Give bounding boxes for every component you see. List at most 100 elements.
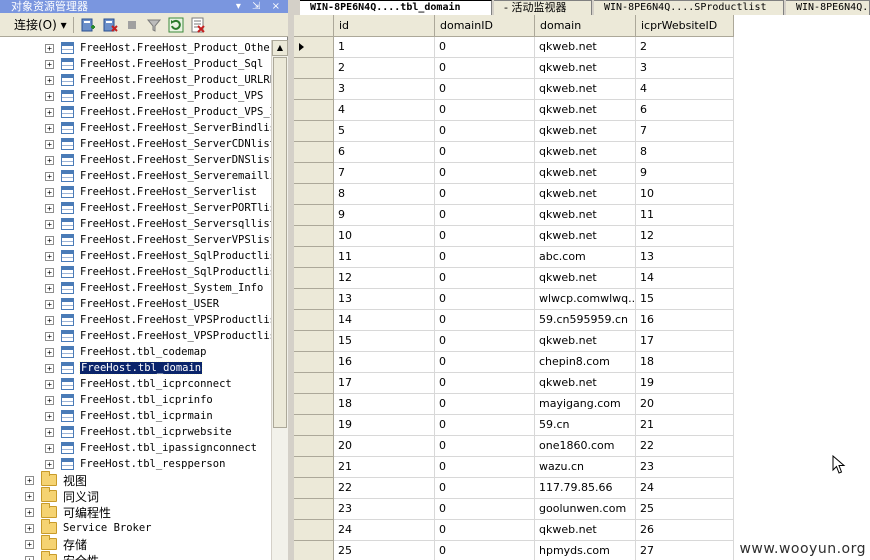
connect-button[interactable]: 连接(O) ▾ [14,16,67,33]
row-selector[interactable] [294,457,334,478]
table-row[interactable]: 10 0 qkweb.net 12 [294,226,734,247]
grid-cell[interactable]: 4 [636,79,734,100]
grid-cell[interactable]: 3 [334,79,435,100]
table-row[interactable]: 9 0 qkweb.net 11 [294,205,734,226]
grid-cell[interactable]: 12 [334,268,435,289]
row-selector[interactable] [294,121,334,142]
table-row[interactable]: 18 0 mayigang.com 20 [294,394,734,415]
grid-cell[interactable]: 10 [636,184,734,205]
tree-item-table[interactable]: + FreeHost.FreeHost_Product_Other [45,40,271,56]
expand-icon[interactable]: + [45,331,54,341]
disconnect-icon[interactable] [102,17,118,33]
grid-cell[interactable]: 20 [334,436,435,457]
document-tab[interactable]: - 活动监视器 [494,0,592,15]
grid-cell[interactable]: 27 [636,541,734,560]
tree-item-table[interactable]: + FreeHost.FreeHost_System_Info [45,280,263,296]
expand-icon[interactable]: + [45,315,54,325]
table-row[interactable]: 7 0 qkweb.net 9 [294,163,734,184]
table-row[interactable]: 21 0 wazu.cn 23 [294,457,734,478]
grid-cell[interactable]: qkweb.net [535,37,636,58]
grid-cell[interactable]: 0 [435,184,535,205]
grid-cell[interactable]: 19 [636,373,734,394]
column-header[interactable]: domain [535,15,636,37]
expand-icon[interactable]: + [25,539,34,549]
grid-cell[interactable]: qkweb.net [535,100,636,121]
grid-cell[interactable]: 5 [334,121,435,142]
grid-cell[interactable]: 0 [435,541,535,560]
table-row[interactable]: 23 0 goolunwen.com 25 [294,499,734,520]
row-selector[interactable] [294,310,334,331]
expand-icon[interactable]: + [45,283,54,293]
grid-cell[interactable]: 0 [435,352,535,373]
refresh-icon[interactable] [168,17,184,33]
filter-icon[interactable] [146,17,162,33]
grid-cell[interactable]: 24 [636,478,734,499]
tree-item-table[interactable]: + FreeHost.FreeHost_VPSProductlist [45,312,271,328]
tree-item-table[interactable]: + FreeHost.tbl_icprwebsite [45,424,232,440]
table-row[interactable]: 12 0 qkweb.net 14 [294,268,734,289]
table-row[interactable]: 13 0 wlwcp.comwlwq.... 15 [294,289,734,310]
expand-icon[interactable]: + [45,219,54,229]
grid-cell[interactable]: chepin8.com [535,352,636,373]
table-row[interactable]: 5 0 qkweb.net 7 [294,121,734,142]
expand-icon[interactable]: + [45,299,54,309]
expand-icon[interactable]: + [45,75,54,85]
grid-cell[interactable]: 0 [435,205,535,226]
grid-cell[interactable]: 0 [435,121,535,142]
grid-cell[interactable]: qkweb.net [535,121,636,142]
table-row[interactable]: 19 0 59.cn 21 [294,415,734,436]
table-row[interactable]: 4 0 qkweb.net 6 [294,100,734,121]
grid-cell[interactable]: 0 [435,163,535,184]
tree-item-table[interactable]: + FreeHost.tbl_icprinfo [45,392,213,408]
tree-item-folder[interactable]: + 可编程性 [25,503,111,520]
row-selector[interactable] [294,289,334,310]
expand-icon[interactable]: + [45,107,54,117]
tree-item-table[interactable]: + FreeHost.tbl_icprmain [45,408,213,424]
tree-item-table[interactable]: + FreeHost.FreeHost_Product_URLRE [45,72,271,88]
tree-item-folder[interactable]: + 存储 [25,535,87,552]
expand-icon[interactable]: + [45,203,54,213]
expand-icon[interactable]: + [45,267,54,277]
tree-item-table[interactable]: + FreeHost.FreeHost_ServerPORTlist [45,200,271,216]
expand-icon[interactable]: + [45,43,54,53]
tree-item-folder[interactable]: + 同义词 [25,487,99,504]
expand-icon[interactable]: + [45,171,54,181]
expand-icon[interactable]: + [45,363,54,373]
row-selector[interactable] [294,373,334,394]
column-header[interactable]: icprWebsiteID [636,15,734,37]
grid-cell[interactable]: goolunwen.com [535,499,636,520]
title-bar-icons[interactable]: ▾ ⇲ × [236,0,284,13]
grid-cell[interactable]: 10 [334,226,435,247]
tree-item-folder[interactable]: + 视图 [25,471,87,488]
row-selector[interactable] [294,499,334,520]
row-selector[interactable] [294,478,334,499]
expand-icon[interactable]: + [45,139,54,149]
grid-cell[interactable]: qkweb.net [535,163,636,184]
tree-item-table[interactable]: + FreeHost.FreeHost_Product_Sql [45,56,263,72]
tree-item-folder[interactable]: + Service Broker [25,519,152,536]
grid-cell[interactable]: 17 [636,331,734,352]
row-selector[interactable] [294,163,334,184]
stop-icon[interactable] [124,17,140,33]
expand-icon[interactable]: + [45,91,54,101]
tree-item-table[interactable]: + FreeHost.FreeHost_ServerDNSlist [45,152,271,168]
grid-cell[interactable]: 0 [435,58,535,79]
grid-cell[interactable]: 0 [435,499,535,520]
grid-cell[interactable]: 15 [334,331,435,352]
tree-item-table[interactable]: + FreeHost.FreeHost_USER [45,296,219,312]
grid-cell[interactable]: 8 [334,184,435,205]
grid-cell[interactable]: qkweb.net [535,226,636,247]
grid-cell[interactable]: 20 [636,394,734,415]
expand-icon[interactable]: + [25,523,34,533]
grid-cell[interactable]: qkweb.net [535,58,636,79]
grid-cell[interactable]: mayigang.com [535,394,636,415]
tree-item-table[interactable]: + FreeHost.FreeHost_SqlProductlist [45,248,271,264]
document-tab[interactable]: WIN-8PE6N4Q....tbl_domain [300,0,492,15]
grid-cell[interactable]: 3 [636,58,734,79]
tree-item-table[interactable]: + FreeHost.FreeHost_Product_VPS_II [45,104,271,120]
row-selector[interactable] [294,205,334,226]
tree-item-table[interactable]: + FreeHost.FreeHost_Serveremaillist [45,168,271,184]
tree-item-table[interactable]: + FreeHost.tbl_respperson [45,456,225,472]
grid-cell[interactable]: 0 [435,37,535,58]
grid-cell[interactable]: wlwcp.comwlwq.... [535,289,636,310]
